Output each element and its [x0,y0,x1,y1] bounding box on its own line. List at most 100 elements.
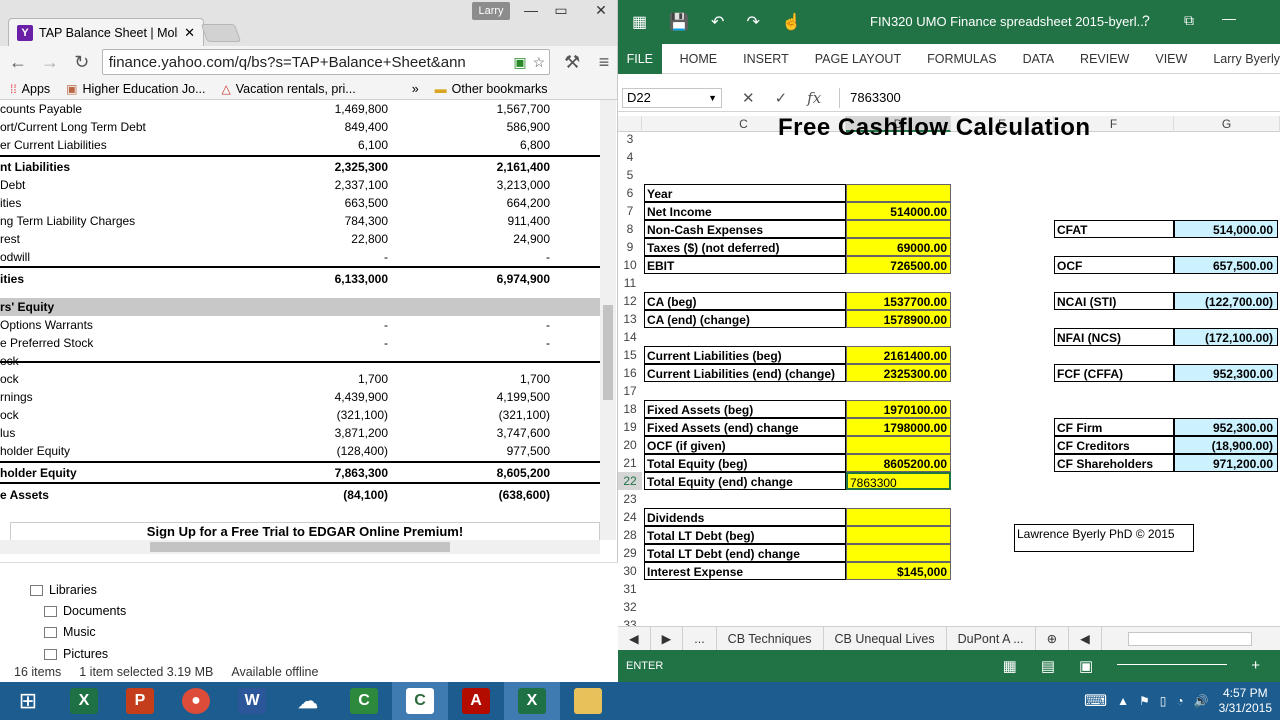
input-cell[interactable] [846,544,951,562]
tree-item-libraries[interactable]: Libraries [30,583,97,597]
label-cell[interactable]: Total LT Debt (beg) [644,526,846,544]
row-header[interactable]: 6 [618,184,642,202]
bookmark-other[interactable]: ▬ Other bookmarks [435,82,548,96]
row-header[interactable]: 4 [618,148,642,166]
scroll-left-icon[interactable]: ◀ [1069,626,1102,651]
label-cell[interactable]: Taxes ($) (not deferred) [644,238,846,256]
row-header[interactable]: 30 [618,562,642,580]
edgar-banner[interactable]: Sign Up for a Free Trial to EDGAR Online… [10,522,600,540]
label-cell[interactable]: Fixed Assets (beg) [644,400,846,418]
row-header[interactable]: 8 [618,220,642,238]
tab-home[interactable]: HOME [680,52,718,66]
result-value-cell[interactable]: 952,300.00 [1174,418,1278,436]
zoom-in-icon[interactable]: + [1251,657,1260,675]
cancel-entry-icon[interactable]: ✕ [742,89,755,107]
row-header[interactable]: 5 [618,166,642,184]
taskbar-powerpoint[interactable]: P [112,682,168,720]
label-cell[interactable]: Dividends [644,508,846,526]
label-cell[interactable]: Current Liabilities (beg) [644,346,846,364]
tree-item-pictures[interactable]: Pictures [44,647,108,661]
input-cell[interactable]: $145,000 [846,562,951,580]
input-cell[interactable]: 1537700.00 [846,292,951,310]
taskbar-onedrive[interactable]: ☁ [280,682,336,720]
taskbar-excel-pinned[interactable]: X [56,682,112,720]
label-cell[interactable]: EBIT [644,256,846,274]
confirm-entry-icon[interactable]: ✓ [775,89,788,107]
bookmark-apps[interactable]: ⁞⁞ Apps [10,82,50,96]
input-cell[interactable]: 514000.00 [846,202,951,220]
row-header[interactable]: 9 [618,238,642,256]
column-header-e[interactable]: E [951,116,1054,132]
column-header-f[interactable]: F [1054,116,1174,132]
insert-function-icon[interactable]: fx [807,89,821,107]
bookmark-star-icon[interactable]: ☆ [533,54,546,71]
result-value-cell[interactable]: (122,700.00) [1174,292,1278,310]
sheet-tab-cb-unequal-lives[interactable]: CB Unequal Lives [824,626,947,651]
input-cell[interactable]: 1970100.00 [846,400,951,418]
next-sheet-icon[interactable]: ▶ [651,626,684,651]
row-header[interactable]: 24 [618,508,642,526]
bookmark-higher-ed[interactable]: ▣ Higher Education Jo... [66,82,205,96]
prev-sheet-icon[interactable]: ◀ [618,626,651,651]
bookmark-vacation[interactable]: △ Vacation rentals, pri... [222,82,356,96]
close-tab-icon[interactable]: ✕ [184,25,195,41]
back-icon[interactable]: ← [4,48,32,76]
tab-formulas[interactable]: FORMULAS [927,52,996,66]
wrench-icon[interactable]: ⚒ [558,48,586,76]
extension-icon[interactable]: ▣ [513,54,526,71]
label-cell[interactable]: Current Liabilities (end) (change) [644,364,846,382]
result-label-cell[interactable]: CFAT [1054,220,1174,238]
result-label-cell[interactable]: CF Creditors [1054,436,1174,454]
bookmarks-overflow-icon[interactable]: » [412,82,419,96]
tab-data[interactable]: DATA [1023,52,1054,66]
result-value-cell[interactable]: (18,900.00) [1174,436,1278,454]
label-cell[interactable]: Interest Expense [644,562,846,580]
sheet-tab-cb-techniques[interactable]: CB Techniques [717,626,824,651]
row-header[interactable]: 19 [618,418,642,436]
minimize-icon[interactable]: — [516,0,546,20]
account-name[interactable]: Larry Byerly [1213,52,1280,66]
column-header-d[interactable]: D [846,116,951,132]
row-header[interactable]: 29 [618,544,642,562]
row-header[interactable]: 17 [618,382,642,400]
input-cell[interactable]: 2325300.00 [846,364,951,382]
input-cell[interactable]: 69000.00 [846,238,951,256]
input-cell[interactable]: 1578900.00 [846,310,951,328]
keyboard-icon[interactable]: ⌨ [1084,691,1107,711]
input-cell[interactable] [846,526,951,544]
start-button[interactable]: ⊞ [0,682,56,720]
sheet-tab-dupont[interactable]: DuPont A ... [947,626,1036,651]
row-header[interactable]: 31 [618,580,642,598]
page-layout-view-icon[interactable]: ▤ [1041,657,1055,675]
tab-review[interactable]: REVIEW [1080,52,1129,66]
minimize-icon[interactable]: — [1222,10,1236,26]
input-cell[interactable]: 8605200.00 [846,454,951,472]
forward-icon[interactable]: → [36,48,64,76]
column-header-g[interactable]: G [1174,116,1280,132]
sheet-hscroll-thumb[interactable] [1127,631,1252,646]
volume-icon[interactable]: 🔊 [1194,694,1209,708]
name-box[interactable]: D22 ▼ [622,87,722,108]
row-header[interactable]: 28 [618,526,642,544]
row-header[interactable]: 13 [618,310,642,328]
zoom-slider[interactable] [1117,657,1228,665]
label-cell[interactable]: Total Equity (beg) [644,454,846,472]
address-bar[interactable]: finance.yahoo.com/q/bs?s=TAP+Balance+She… [101,49,551,75]
label-cell[interactable]: CA (end) (change) [644,310,846,328]
copyright-textbox[interactable]: Lawrence Byerly PhD © 2015 [1014,524,1194,552]
undo-icon[interactable]: ↶ [711,12,724,32]
row-header[interactable]: 23 [618,490,642,508]
tree-item-documents[interactable]: Documents [44,604,126,618]
tab-insert[interactable]: INSERT [743,52,789,66]
row-header[interactable]: 15 [618,346,642,364]
network-icon[interactable]: ◔ [1176,694,1183,708]
label-cell[interactable]: Net Income [644,202,846,220]
vertical-scroll-thumb[interactable] [603,305,613,400]
result-value-cell[interactable]: (172,100.00) [1174,328,1278,346]
normal-view-icon[interactable]: ▦ [1003,657,1017,675]
formula-input[interactable]: 7863300 [839,87,901,108]
touch-mode-icon[interactable]: ☝ [782,12,802,32]
tab-view[interactable]: VIEW [1155,52,1187,66]
result-value-cell[interactable]: 514,000.00 [1174,220,1278,238]
result-value-cell[interactable]: 971,200.00 [1174,454,1278,472]
